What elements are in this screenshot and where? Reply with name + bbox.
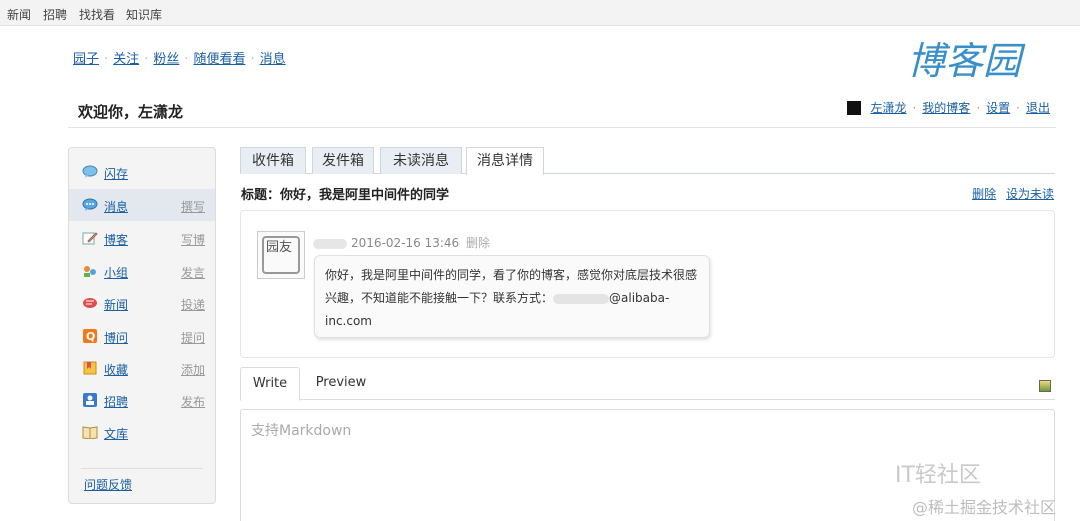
add-favorite-link[interactable]: 添加 <box>181 361 205 378</box>
message-body-text: 兴趣，不知道能不能接触一下？联系方式： <box>325 291 554 305</box>
sidebar-item-label: 新闻 <box>104 298 129 312</box>
avatar[interactable] <box>847 100 862 115</box>
separator-dot: · <box>976 100 981 115</box>
message-subject: 标题：你好，我是阿里中间件的同学 <box>241 188 450 203</box>
sidebar: 闪存 消息 撰写 博客 写博 小组 发言 新闻 投递 Q 博问 提问 收藏 添加… <box>68 147 216 504</box>
nav-item-follow[interactable]: 关注 <box>113 52 139 67</box>
user-links: 左潇龙 · 我的博客 · 设置 · 退出 <box>847 99 1050 116</box>
sidebar-item-label: 招聘 <box>104 395 129 409</box>
sidebar-item-label: 消息 <box>104 200 129 214</box>
sender-avatar[interactable]: 园友 <box>257 231 305 279</box>
message-body-line: 兴趣，不知道能不能接触一下？联系方式： @alibaba- <box>325 287 699 310</box>
topbar-link-news[interactable]: 新闻 <box>7 6 31 23</box>
redacted-contact <box>553 293 610 304</box>
sidebar-item-label: 小组 <box>104 266 129 280</box>
svg-text:Q: Q <box>86 330 95 343</box>
message-bubble-icon <box>82 198 98 211</box>
nav-item-fans[interactable]: 粉丝 <box>153 52 179 67</box>
sidebar-item-label: 文库 <box>104 427 129 441</box>
mark-unread-button[interactable]: 设为未读 <box>1006 187 1054 201</box>
blog-pen-icon <box>82 232 98 245</box>
watermark-secondary: @稀土掘金技术社区 <box>912 498 1057 517</box>
message-body-line: 你好，我是阿里中间件的同学，看了你的博客，感觉你对底层技术很感 <box>325 268 698 282</box>
sidebar-item-messages[interactable]: 消息 撰写 <box>69 189 215 221</box>
delete-message-button[interactable]: 删除 <box>972 187 996 201</box>
sidebar-item-label: 闪存 <box>104 167 129 181</box>
flash-bubble-icon <box>82 165 98 178</box>
sidebar-item-label: 博客 <box>104 233 129 247</box>
post-link[interactable]: 发言 <box>181 264 205 281</box>
news-icon <box>83 298 97 308</box>
logo-text: 博客园 <box>907 39 1026 83</box>
topbar-link-kb[interactable]: 知识库 <box>126 6 162 23</box>
top-bar: 新闻 招聘 找找看 知识库 <box>0 0 1080 26</box>
sidebar-item-label: 收藏 <box>104 363 129 377</box>
sidebar-item-news[interactable]: 新闻 投递 <box>69 287 215 319</box>
question-icon: Q <box>83 329 97 343</box>
write-blog-link[interactable]: 写博 <box>181 231 205 248</box>
tab-outbox[interactable]: 发件箱 <box>312 147 374 174</box>
sidebar-item-blog[interactable]: 博客 写博 <box>69 222 215 254</box>
settings-link[interactable]: 设置 <box>986 99 1010 116</box>
nav-separator: · <box>104 52 109 67</box>
watermark-primary: IT轻社区 <box>895 463 981 488</box>
message-panel: 园友 2016-02-16 13:46 删除 你好，我是阿里中间件的同学，看了你… <box>240 210 1055 358</box>
sidebar-item-library[interactable]: 文库 <box>69 416 215 448</box>
ask-question-link[interactable]: 提问 <box>181 329 205 346</box>
separator-dot: · <box>912 100 917 115</box>
nav-item-yuanzi[interactable]: 园子 <box>73 52 99 67</box>
message-body-line: inc.com <box>325 314 372 328</box>
separator-dot: · <box>1016 100 1020 115</box>
library-book-icon <box>82 426 98 439</box>
tab-unread[interactable]: 未读消息 <box>380 147 462 174</box>
divider <box>68 127 1056 128</box>
sidebar-item-label: 博问 <box>104 331 129 345</box>
topbar-link-jobs[interactable]: 招聘 <box>43 6 67 23</box>
sidebar-item-favorites[interactable]: 收藏 添加 <box>69 352 215 384</box>
avatar-placeholder-glyph: 园友 <box>262 236 300 274</box>
username-link[interactable]: 左潇龙 <box>870 99 906 116</box>
tab-inbox[interactable]: 收件箱 <box>240 147 306 174</box>
redacted-sender-name <box>313 238 347 249</box>
sidebar-item-groups[interactable]: 小组 发言 <box>69 255 215 287</box>
nav-item-browse[interactable]: 随便看看 <box>193 52 245 67</box>
sidebar-item-questions[interactable]: Q 博问 提问 <box>69 320 215 352</box>
message-actions: 删除 设为未读 <box>966 185 1054 202</box>
message-meta: 2016-02-16 13:46 删除 <box>313 234 490 251</box>
tab-preview[interactable]: Preview <box>306 367 376 400</box>
submit-news-link[interactable]: 投递 <box>181 296 205 313</box>
nav-separator: · <box>184 52 189 67</box>
tab-write[interactable]: Write <box>240 367 300 401</box>
topbar-link-search[interactable]: 找找看 <box>79 6 115 23</box>
logout-link[interactable]: 退出 <box>1026 99 1050 116</box>
compose-link[interactable]: 撰写 <box>181 198 205 215</box>
message-timestamp: 2016-02-16 13:46 <box>351 236 460 250</box>
insert-image-icon[interactable] <box>1039 380 1051 392</box>
sidebar-item-jobs[interactable]: 招聘 发布 <box>69 384 215 416</box>
meta-delete-link[interactable]: 删除 <box>466 236 490 250</box>
nav-separator: · <box>250 52 255 67</box>
nav-separator: · <box>144 52 149 67</box>
welcome-text: 欢迎你，左潇龙 <box>78 103 184 121</box>
message-bubble: 你好，我是阿里中间件的同学，看了你的博客，感觉你对底层技术很感 兴趣，不知道能不… <box>314 255 710 338</box>
feedback-link[interactable]: 问题反馈 <box>84 476 132 493</box>
bookmark-icon <box>83 361 97 375</box>
nav-item-messages[interactable]: 消息 <box>260 52 286 67</box>
message-body-text: @alibaba- <box>609 291 670 305</box>
sidebar-item-flash[interactable]: 闪存 <box>69 156 215 188</box>
divider <box>81 468 203 469</box>
jobs-icon <box>83 393 97 407</box>
editor-tabs: Write Preview <box>240 367 1055 401</box>
group-icon <box>84 266 96 277</box>
publish-job-link[interactable]: 发布 <box>181 393 205 410</box>
tab-message-detail[interactable]: 消息详情 <box>466 147 544 175</box>
cnblogs-logo[interactable]: 博客园 <box>905 34 1050 84</box>
main-nav: 园子 · 关注 · 粉丝 · 随便看看 · 消息 <box>73 48 286 67</box>
message-tabs: 收件箱 发件箱 未读消息 消息详情 <box>240 147 1055 175</box>
my-blog-link[interactable]: 我的博客 <box>922 99 970 116</box>
